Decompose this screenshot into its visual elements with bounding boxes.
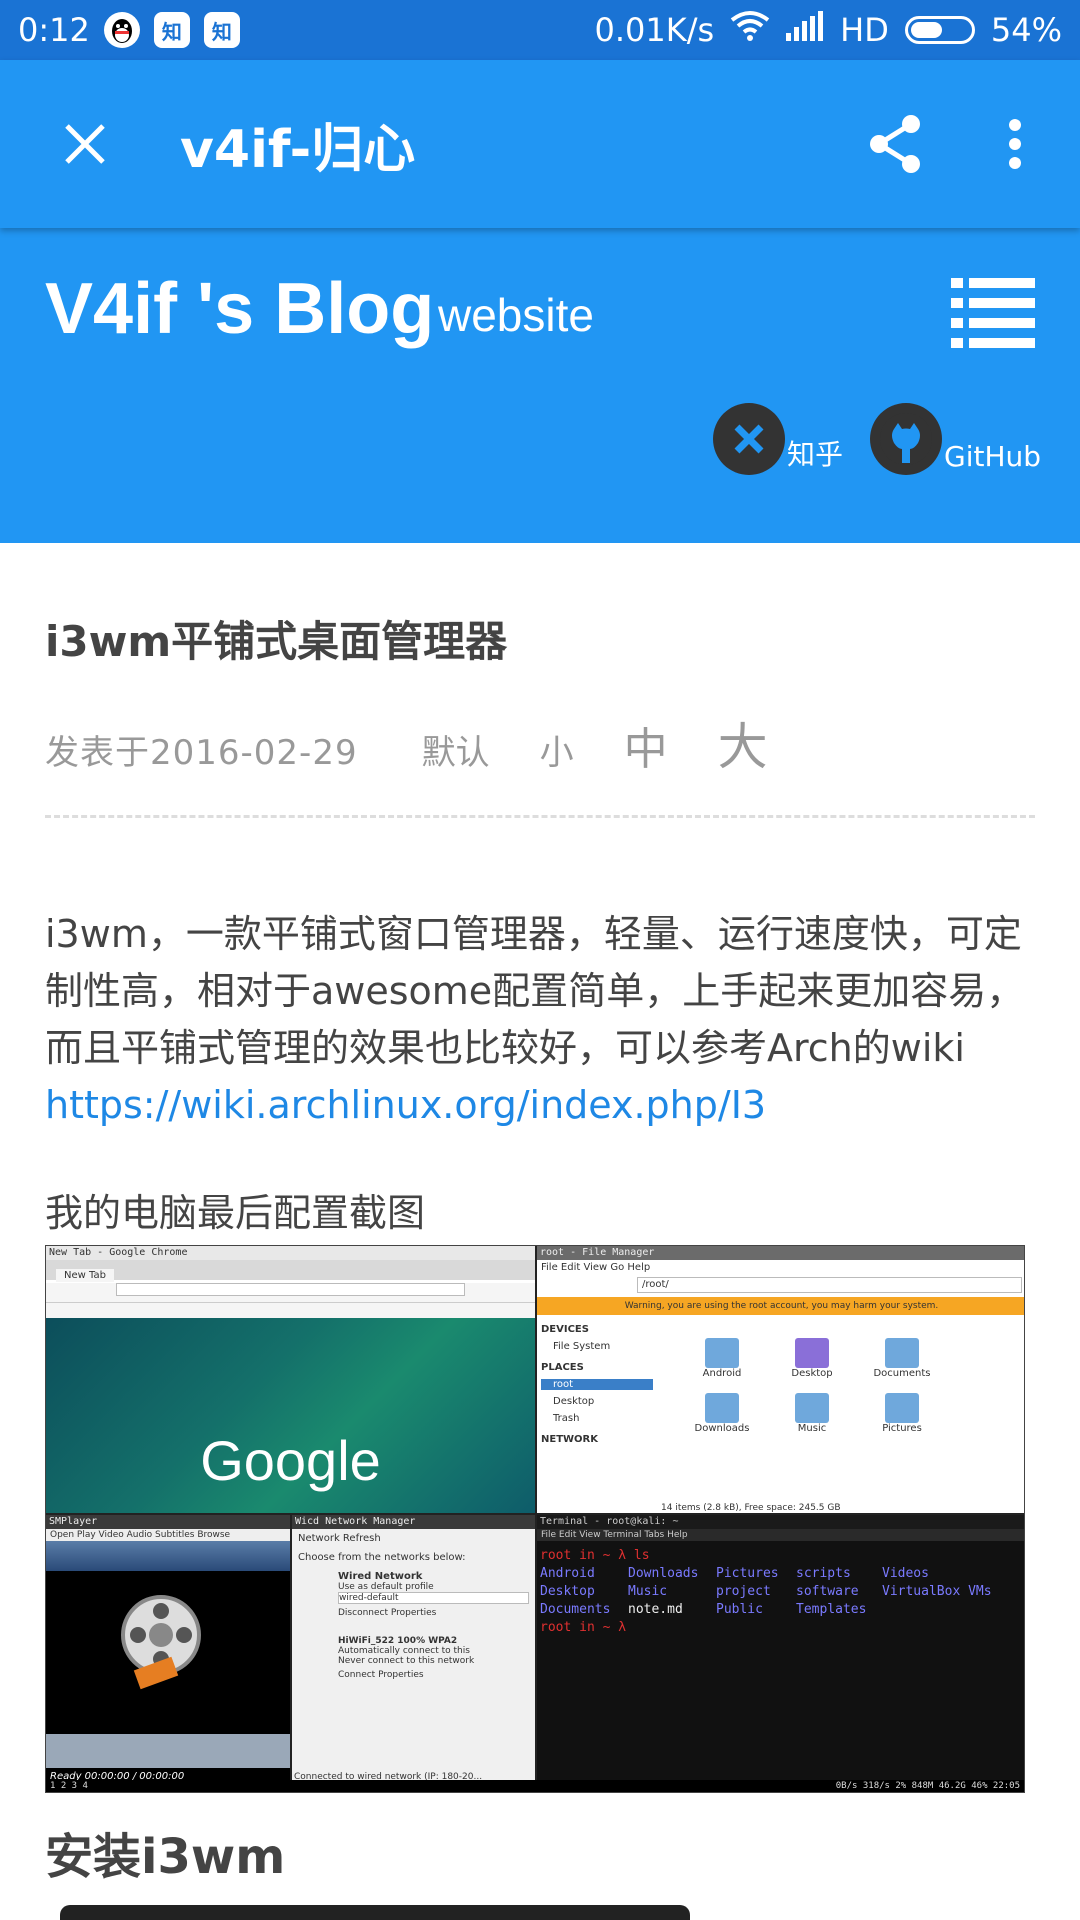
folder-item[interactable]: Pictures: [857, 1393, 947, 1434]
intro-text: i3wm，一款平铺式窗口管理器，轻量、运行速度快，可定制性高，相对于awesom…: [45, 912, 1025, 1070]
github-icon: [870, 403, 942, 475]
blog-title[interactable]: V4if 's Blog: [45, 268, 434, 350]
close-button[interactable]: [40, 99, 130, 189]
folder-item[interactable]: Documents: [857, 1338, 947, 1379]
battery-level: [910, 22, 943, 38]
list-menu-icon: [951, 278, 1035, 348]
blog-subtitle: website: [438, 289, 594, 341]
terminal-prompt: root in ~ λ ls: [540, 1548, 650, 1563]
smplayer-logo-icon: [106, 1585, 216, 1699]
arch-wiki-link[interactable]: https://wiki.archlinux.org/index.php/I3: [45, 1083, 766, 1127]
terminal-menu: File Edit View Terminal Tabs Help: [537, 1529, 1024, 1541]
smplayer-toolbar: [46, 1541, 290, 1571]
terminal-window: Terminal - root@kali: ~ File Edit View T…: [537, 1515, 1024, 1782]
fm-title: root - File Manager: [537, 1246, 1024, 1260]
terminal-ls-grid: Android Downloads Pictures scripts Videos De…: [540, 1566, 992, 1617]
fm-path: /root/: [637, 1277, 1022, 1293]
chrome-omnibox: [46, 1283, 535, 1303]
terminal-output: root in ~ λ ls Android Downloads Pictures s…: [537, 1543, 1024, 1782]
wicd-title: Wicd Network Manager: [292, 1515, 535, 1529]
close-icon: [65, 124, 105, 164]
post-title: i3wm平铺式桌面管理器: [45, 617, 508, 666]
fm-folder-grid: Android Desktop Documents Downloads Musi…: [677, 1338, 1007, 1434]
signal-icon: [786, 11, 824, 49]
hd-indicator: HD: [840, 11, 889, 49]
google-logo: Google: [200, 1429, 381, 1492]
github-label: GitHub: [944, 440, 1042, 473]
file-manager-window: root - File Manager File Edit View Go He…: [537, 1246, 1024, 1513]
i3-workspaces: 1 2 3 4: [50, 1781, 88, 1791]
zhihu-circle-icon: [713, 403, 785, 475]
smplayer-title: SMPlayer: [46, 1515, 290, 1529]
zhihu-link[interactable]: 知乎: [713, 403, 843, 475]
i3-status: 0B/s 318/s 2% 848M 46.2G 46% 22:05: [835, 1781, 1020, 1791]
folder-item[interactable]: Music: [767, 1393, 857, 1434]
font-size-small-button[interactable]: 小: [540, 725, 574, 774]
wicd-body: Network Refresh Choose from the networks…: [292, 1529, 535, 1684]
more-options-button[interactable]: [970, 99, 1060, 189]
zhihu-icon: 知: [203, 12, 240, 48]
article: i3wm平铺式桌面管理器 发表于2016-02-29 默认 小 中 大 i3wm…: [45, 543, 1035, 1887]
smplayer-menu: Open Play Video Audio Subtitles Browse: [46, 1529, 290, 1541]
qq-icon: [103, 12, 140, 48]
toolbar-title: v4if-归心: [180, 119, 416, 180]
fm-sidebar: DEVICES File System PLACES root Desktop …: [541, 1324, 653, 1445]
folder-item[interactable]: Desktop: [767, 1338, 857, 1379]
i3-bar: 1 2 3 4 0B/s 318/s 2% 848M 46.2G 46% 22:…: [46, 1780, 1024, 1792]
section-title-install: 安装i3wm: [45, 1829, 286, 1885]
zhihu-icon: 知: [153, 12, 190, 48]
wifi-icon: [730, 10, 770, 50]
post-category[interactable]: 默认: [422, 725, 490, 774]
font-size-medium-button[interactable]: 中: [624, 713, 668, 777]
fm-status: 14 items (2.8 kB), Free space: 245.5 GB: [661, 1503, 841, 1513]
status-bar: 0:12 知 知 0.01K/s HD 54%: [0, 0, 1080, 60]
fm-warning: Warning, you are using the root account,…: [537, 1297, 1024, 1315]
folder-item[interactable]: Downloads: [677, 1393, 767, 1434]
divider: [45, 815, 1035, 818]
battery-icon: [904, 16, 975, 44]
share-button[interactable]: [850, 99, 940, 189]
fm-menu: File Edit View Go Help: [541, 1262, 651, 1273]
terminal-prompt-2: root in ~ λ: [540, 1620, 627, 1635]
menu-button[interactable]: [951, 278, 1035, 348]
terminal-title: Terminal - root@kali: ~: [537, 1515, 1024, 1529]
post-meta: 发表于2016-02-29 默认 小 中 大: [45, 707, 1035, 779]
font-size-large-button[interactable]: 大: [718, 707, 768, 779]
zhihu-label: 知乎: [787, 438, 844, 471]
smplayer-window: SMPlayer Open Play Video Audio Subtitles…: [46, 1515, 290, 1782]
more-vert-icon: [1009, 119, 1021, 169]
intro-paragraph: i3wm，一款平铺式窗口管理器，轻量、运行速度快，可定制性高，相对于awesom…: [45, 906, 1035, 1134]
smplayer-controls: [46, 1734, 290, 1768]
chrome-newtab: Google: [46, 1318, 535, 1513]
desktop-screenshot: New Tab - Google Chrome New Tab Google r…: [45, 1245, 1025, 1793]
chrome-window: New Tab - Google Chrome New Tab Google: [46, 1246, 535, 1513]
github-link[interactable]: GitHub: [870, 403, 1041, 475]
app-toolbar: v4if-归心: [0, 60, 1080, 228]
net-speed: 0.01K/s: [594, 11, 715, 49]
chrome-tab: New Tab: [56, 1269, 114, 1282]
battery-percent: 54%: [990, 11, 1062, 49]
screenshot-caption: 我的电脑最后配置截图: [45, 1191, 426, 1235]
share-icon: [870, 115, 920, 173]
blog-header: V4if 's Blog website 知乎 GitHub: [0, 228, 1080, 543]
code-block: [60, 1905, 690, 1920]
post-date: 发表于2016-02-29: [45, 733, 358, 773]
status-time: 0:12: [18, 11, 90, 49]
folder-item[interactable]: Android: [677, 1338, 767, 1379]
chrome-title: New Tab - Google Chrome: [46, 1246, 535, 1260]
wicd-window: Wicd Network Manager Network Refresh Cho…: [292, 1515, 535, 1782]
